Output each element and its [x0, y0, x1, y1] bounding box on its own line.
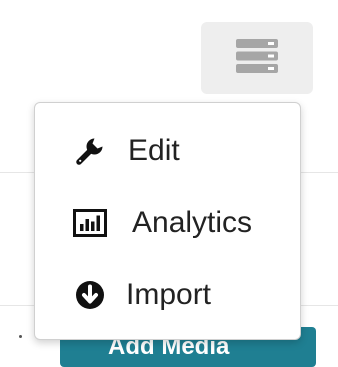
menu-item-import[interactable]: Import — [35, 265, 300, 325]
menu-item-analytics[interactable]: Analytics — [35, 193, 300, 253]
menu-toggle-button[interactable] — [201, 22, 313, 94]
menu-item-label: Edit — [128, 134, 180, 167]
arrow-circle-down-icon — [73, 278, 107, 312]
server-stack-icon — [236, 38, 278, 78]
menu-item-label: Import — [126, 278, 212, 311]
wrench-icon — [73, 134, 107, 168]
menu-item-edit[interactable]: Edit — [35, 121, 300, 181]
menu-item-label: Analytics — [132, 206, 253, 239]
bar-chart-icon — [73, 206, 107, 240]
row-handle-dot — [19, 335, 22, 338]
actions-dropdown-menu: Edit Analytics Import — [34, 102, 301, 340]
